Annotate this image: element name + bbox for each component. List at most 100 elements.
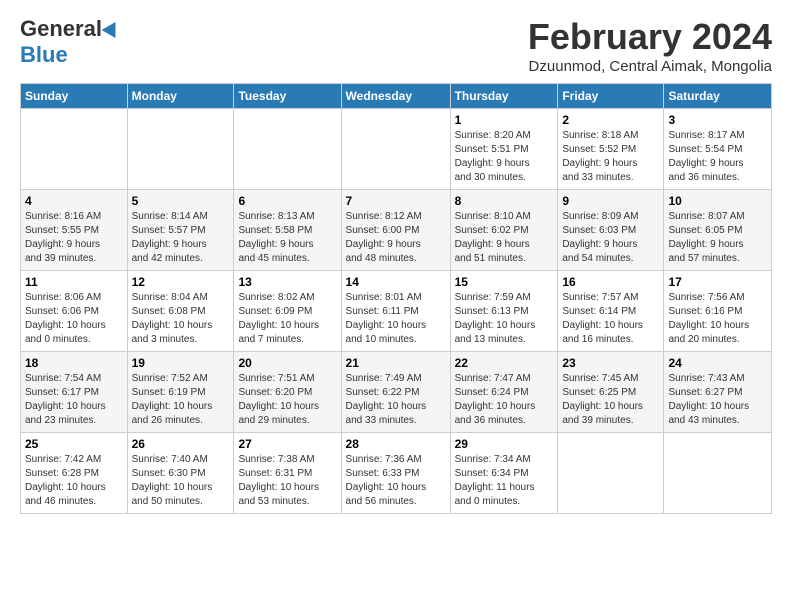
calendar-week-row: 18Sunrise: 7:54 AM Sunset: 6:17 PM Dayli… [21, 352, 772, 433]
calendar-cell: 27 Sunrise: 7:38 AM Sunset: 6:31 PM Dayli… [234, 433, 341, 514]
day-number: 23 [562, 356, 659, 370]
weekday-header-thursday: Thursday [450, 84, 558, 109]
calendar-cell: 5 Sunrise: 8:14 AM Sunset: 5:57 PM Daylig… [127, 190, 234, 271]
day-number: 25 [25, 437, 123, 451]
calendar-cell: 16 Sunrise: 7:57 AM Sunset: 6:14 PM Dayli… [558, 271, 664, 352]
calendar-cell: 19Sunrise: 7:52 AM Sunset: 6:19 PM Dayli… [127, 352, 234, 433]
calendar-cell: 1 Sunrise: 8:20 AM Sunset: 5:51 PM Daylig… [450, 109, 558, 190]
day-info: Sunrise: 8:20 AM Sunset: 5:51 PM Dayligh… [455, 129, 554, 185]
weekday-header-wednesday: Wednesday [341, 84, 450, 109]
day-number: 16 [562, 275, 659, 289]
day-info: Sunrise: 7:38 AM Sunset: 6:31 PM Dayligh… [238, 453, 336, 509]
calendar-cell: 13 Sunrise: 8:02 AM Sunset: 6:09 PM Dayli… [234, 271, 341, 352]
day-info: Sunrise: 8:09 AM Sunset: 6:03 PM Dayligh… [562, 210, 659, 266]
calendar-cell [127, 109, 234, 190]
calendar-cell: 6 Sunrise: 8:13 AM Sunset: 5:58 PM Daylig… [234, 190, 341, 271]
calendar-cell: 3 Sunrise: 8:17 AM Sunset: 5:54 PM Daylig… [664, 109, 772, 190]
calendar-cell: 9 Sunrise: 8:09 AM Sunset: 6:03 PM Daylig… [558, 190, 664, 271]
calendar-cell [21, 109, 128, 190]
day-number: 12 [132, 275, 230, 289]
day-info: Sunrise: 7:52 AM Sunset: 6:19 PM Dayligh… [132, 372, 230, 428]
day-number: 7 [346, 194, 446, 208]
day-info: Sunrise: 8:18 AM Sunset: 5:52 PM Dayligh… [562, 129, 659, 185]
day-number: 29 [455, 437, 554, 451]
day-number: 9 [562, 194, 659, 208]
day-number: 2 [562, 113, 659, 127]
calendar-cell: 15 Sunrise: 7:59 AM Sunset: 6:13 PM Dayli… [450, 271, 558, 352]
day-info: Sunrise: 7:43 AM Sunset: 6:27 PM Dayligh… [668, 372, 767, 428]
day-number: 27 [238, 437, 336, 451]
day-info: Sunrise: 7:40 AM Sunset: 6:30 PM Dayligh… [132, 453, 230, 509]
day-number: 17 [668, 275, 767, 289]
weekday-header-saturday: Saturday [664, 84, 772, 109]
day-info: Sunrise: 7:59 AM Sunset: 6:13 PM Dayligh… [455, 291, 554, 347]
calendar-week-row: 1 Sunrise: 8:20 AM Sunset: 5:51 PM Daylig… [21, 109, 772, 190]
day-info: Sunrise: 7:34 AM Sunset: 6:34 PM Dayligh… [455, 453, 554, 509]
day-number: 11 [25, 275, 123, 289]
calendar-cell: 23 Sunrise: 7:45 AM Sunset: 6:25 PM Dayli… [558, 352, 664, 433]
weekday-header-tuesday: Tuesday [234, 84, 341, 109]
calendar-cell [234, 109, 341, 190]
day-info: Sunrise: 7:36 AM Sunset: 6:33 PM Dayligh… [346, 453, 446, 509]
calendar-cell [558, 433, 664, 514]
calendar-week-row: 11 Sunrise: 8:06 AM Sunset: 6:06 PM Dayli… [21, 271, 772, 352]
calendar-cell: 2 Sunrise: 8:18 AM Sunset: 5:52 PM Daylig… [558, 109, 664, 190]
calendar-cell: 17 Sunrise: 7:56 AM Sunset: 6:16 PM Dayli… [664, 271, 772, 352]
day-number: 15 [455, 275, 554, 289]
title-section: February 2024 Dzuunmod, Central Aimak, M… [528, 16, 772, 75]
calendar-cell [341, 109, 450, 190]
day-number: 28 [346, 437, 446, 451]
day-number: 10 [668, 194, 767, 208]
logo: General Blue [20, 16, 120, 68]
calendar-cell: 11 Sunrise: 8:06 AM Sunset: 6:06 PM Dayli… [21, 271, 128, 352]
calendar-cell: 25Sunrise: 7:42 AM Sunset: 6:28 PM Dayli… [21, 433, 128, 514]
calendar-cell: 24 Sunrise: 7:43 AM Sunset: 6:27 PM Dayli… [664, 352, 772, 433]
calendar-cell: 22 Sunrise: 7:47 AM Sunset: 6:24 PM Dayli… [450, 352, 558, 433]
day-number: 22 [455, 356, 554, 370]
day-number: 5 [132, 194, 230, 208]
day-number: 24 [668, 356, 767, 370]
calendar-cell: 7Sunrise: 8:12 AM Sunset: 6:00 PM Daylig… [341, 190, 450, 271]
weekday-header-sunday: Sunday [21, 84, 128, 109]
day-number: 6 [238, 194, 336, 208]
day-info: Sunrise: 8:01 AM Sunset: 6:11 PM Dayligh… [346, 291, 446, 347]
weekday-header-row: SundayMondayTuesdayWednesdayThursdayFrid… [21, 84, 772, 109]
day-number: 18 [25, 356, 123, 370]
header: General Blue February 2024 Dzuunmod, Cen… [20, 16, 772, 75]
day-info: Sunrise: 8:13 AM Sunset: 5:58 PM Dayligh… [238, 210, 336, 266]
weekday-header-friday: Friday [558, 84, 664, 109]
day-info: Sunrise: 8:10 AM Sunset: 6:02 PM Dayligh… [455, 210, 554, 266]
month-year-title: February 2024 [528, 16, 772, 58]
day-info: Sunrise: 7:57 AM Sunset: 6:14 PM Dayligh… [562, 291, 659, 347]
calendar-cell: 10Sunrise: 8:07 AM Sunset: 6:05 PM Dayli… [664, 190, 772, 271]
calendar-cell: 20 Sunrise: 7:51 AM Sunset: 6:20 PM Dayli… [234, 352, 341, 433]
day-number: 8 [455, 194, 554, 208]
calendar-cell: 26 Sunrise: 7:40 AM Sunset: 6:30 PM Dayli… [127, 433, 234, 514]
calendar-cell: 4Sunrise: 8:16 AM Sunset: 5:55 PM Daylig… [21, 190, 128, 271]
weekday-header-monday: Monday [127, 84, 234, 109]
day-info: Sunrise: 8:14 AM Sunset: 5:57 PM Dayligh… [132, 210, 230, 266]
day-info: Sunrise: 8:04 AM Sunset: 6:08 PM Dayligh… [132, 291, 230, 347]
day-number: 3 [668, 113, 767, 127]
day-info: Sunrise: 7:51 AM Sunset: 6:20 PM Dayligh… [238, 372, 336, 428]
day-number: 1 [455, 113, 554, 127]
day-info: Sunrise: 8:17 AM Sunset: 5:54 PM Dayligh… [668, 129, 767, 185]
day-info: Sunrise: 7:45 AM Sunset: 6:25 PM Dayligh… [562, 372, 659, 428]
day-info: Sunrise: 8:06 AM Sunset: 6:06 PM Dayligh… [25, 291, 123, 347]
day-number: 26 [132, 437, 230, 451]
calendar-cell: 18Sunrise: 7:54 AM Sunset: 6:17 PM Dayli… [21, 352, 128, 433]
day-number: 21 [346, 356, 446, 370]
day-number: 20 [238, 356, 336, 370]
day-number: 13 [238, 275, 336, 289]
logo-general-text: General [20, 16, 102, 42]
calendar-cell: 12 Sunrise: 8:04 AM Sunset: 6:08 PM Dayli… [127, 271, 234, 352]
day-info: Sunrise: 7:56 AM Sunset: 6:16 PM Dayligh… [668, 291, 767, 347]
calendar-cell: 21Sunrise: 7:49 AM Sunset: 6:22 PM Dayli… [341, 352, 450, 433]
day-info: Sunrise: 7:47 AM Sunset: 6:24 PM Dayligh… [455, 372, 554, 428]
day-number: 14 [346, 275, 446, 289]
calendar-cell: 28 Sunrise: 7:36 AM Sunset: 6:33 PM Dayli… [341, 433, 450, 514]
calendar-cell: 8 Sunrise: 8:10 AM Sunset: 6:02 PM Daylig… [450, 190, 558, 271]
day-info: Sunrise: 8:02 AM Sunset: 6:09 PM Dayligh… [238, 291, 336, 347]
day-info: Sunrise: 8:16 AM Sunset: 5:55 PM Dayligh… [25, 210, 123, 266]
calendar-table: SundayMondayTuesdayWednesdayThursdayFrid… [20, 83, 772, 514]
